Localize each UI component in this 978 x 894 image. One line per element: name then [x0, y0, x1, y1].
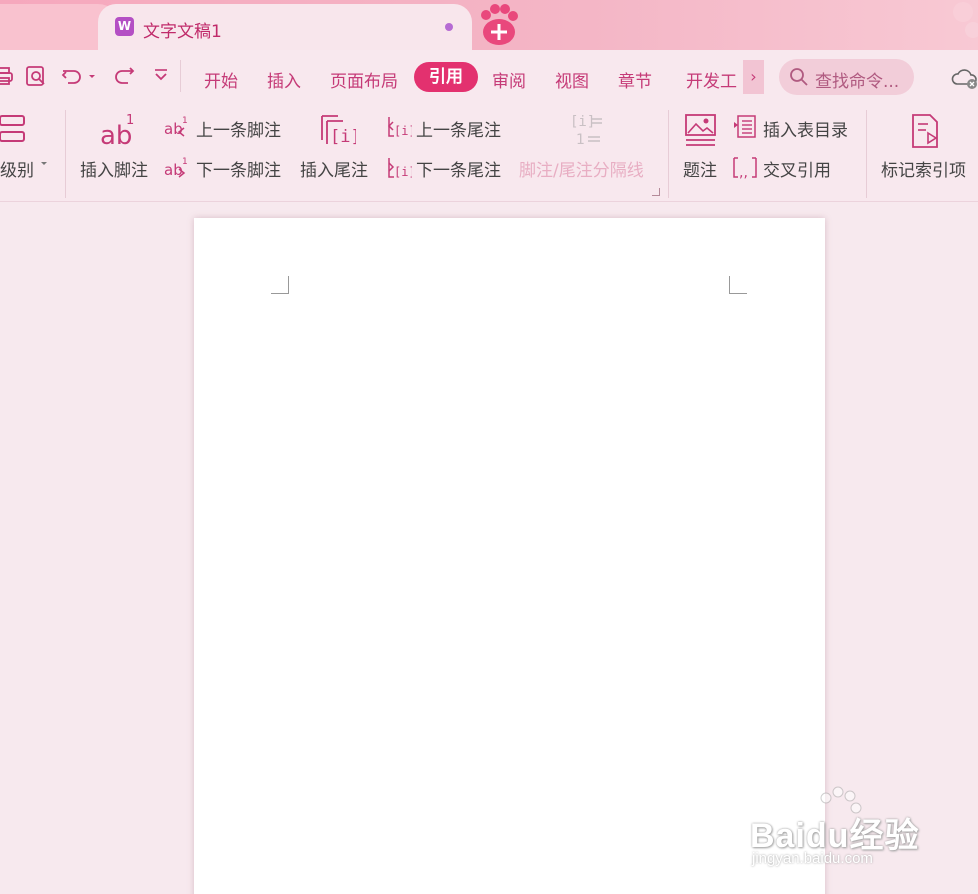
unsaved-indicator-icon	[445, 23, 453, 31]
margin-corner-marker	[729, 276, 747, 294]
menu-view[interactable]: 视图	[555, 67, 589, 92]
caption-icon[interactable]	[684, 112, 718, 148]
insert-footnote-icon[interactable]: ab 1	[98, 110, 134, 150]
document-tab-title[interactable]: 文字文稿1	[143, 17, 222, 42]
mark-index-entry-icon[interactable]	[908, 112, 942, 150]
menu-developer[interactable]: 开发工	[686, 67, 744, 92]
search-input[interactable]: 查找命令...	[815, 67, 899, 92]
previous-endnote-icon[interactable]: [i]	[386, 114, 412, 140]
baidu-watermark-url: jingyan.baidu.com	[752, 850, 873, 867]
level-dropdown-icon[interactable]	[40, 160, 48, 168]
svg-text:ab: ab	[164, 120, 183, 138]
menu-references[interactable]: 引用	[414, 62, 478, 92]
previous-footnote-icon[interactable]: ab 1	[164, 114, 190, 140]
footnote-dialog-launcher[interactable]	[652, 188, 660, 196]
svg-text:[i]: [i]	[394, 165, 412, 179]
undo-icon[interactable]	[60, 64, 84, 88]
menu-page-layout[interactable]: 页面布局	[330, 67, 398, 92]
print-icon[interactable]	[0, 64, 16, 88]
document-page[interactable]	[194, 218, 825, 894]
next-footnote-label[interactable]: 下一条脚注	[196, 156, 281, 181]
margin-corner-marker	[271, 276, 289, 294]
menu-bar: 开始 插入 页面布局 引用 审阅 视图 章节 开发工 › 查找命令...	[0, 50, 978, 102]
next-endnote-label[interactable]: 下一条尾注	[416, 156, 501, 181]
next-endnote-icon[interactable]: [i]	[386, 155, 412, 181]
insert-table-of-figures-icon[interactable]	[732, 114, 758, 140]
undo-dropdown-icon[interactable]	[86, 64, 98, 88]
redo-icon[interactable]	[112, 64, 136, 88]
ribbon-separator	[866, 110, 867, 198]
command-search[interactable]: 查找命令...	[779, 59, 914, 95]
insert-endnote-label[interactable]: 插入尾注	[300, 156, 368, 181]
footnote-separator-label: 脚注/尾注分隔线	[519, 161, 644, 181]
svg-text:,,: ,,	[739, 165, 748, 181]
svg-text:[i]: [i]	[394, 124, 412, 138]
wps-writer-icon: W	[115, 17, 134, 36]
svg-text:1: 1	[182, 157, 188, 167]
footnote-separator-icon: [i] 1	[570, 114, 602, 148]
menu-home[interactable]: 开始	[204, 67, 238, 92]
menu-chapter[interactable]: 章节	[618, 67, 652, 92]
cloud-sync-icon[interactable]	[951, 66, 978, 90]
new-tab-paw-icon[interactable]	[475, 3, 523, 47]
menu-separator	[180, 60, 181, 92]
svg-text:1: 1	[182, 116, 188, 126]
menu-insert[interactable]: 插入	[267, 67, 301, 92]
caption-label[interactable]: 题注	[683, 156, 717, 181]
cross-reference-label[interactable]: 交叉引用	[763, 156, 831, 181]
tab-bar: W 文字文稿1	[0, 0, 978, 50]
ribbon-separator	[65, 110, 66, 198]
insert-footnote-label[interactable]: 插入脚注	[80, 156, 148, 181]
print-preview-icon[interactable]	[24, 64, 48, 88]
previous-footnote-label[interactable]: 上一条脚注	[196, 116, 281, 141]
insert-table-of-figures-label[interactable]: 插入表目录	[763, 116, 848, 141]
search-icon	[790, 68, 808, 86]
previous-endnote-label[interactable]: 上一条尾注	[416, 116, 501, 141]
flower-decoration-icon	[953, 2, 978, 38]
svg-text:[i]: [i]	[330, 127, 356, 147]
quick-access-dropdown-icon[interactable]	[150, 64, 174, 88]
svg-text:[i]: [i]	[570, 114, 595, 130]
svg-text:1: 1	[126, 113, 134, 128]
level-button-label[interactable]: 级别	[0, 156, 34, 181]
svg-text:1: 1	[576, 132, 585, 148]
insert-endnote-icon[interactable]: [i]	[318, 110, 356, 150]
outline-level-icon[interactable]	[0, 110, 28, 150]
ribbon-separator	[668, 110, 669, 198]
cross-reference-icon[interactable]: ,,	[732, 155, 758, 181]
mark-index-entry-label[interactable]: 标记索引项	[881, 156, 966, 181]
menu-review[interactable]: 审阅	[492, 67, 526, 92]
next-footnote-icon[interactable]: ab 1	[164, 155, 190, 181]
menu-more-button[interactable]: ›	[743, 60, 764, 94]
